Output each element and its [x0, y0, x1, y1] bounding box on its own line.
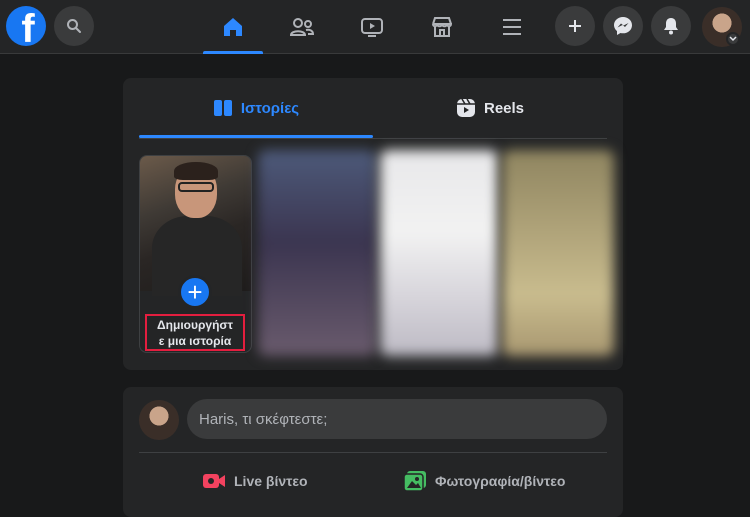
tab-watch[interactable] — [342, 0, 402, 54]
avatar[interactable] — [139, 400, 179, 440]
video-icon — [361, 18, 383, 37]
tab-marketplace[interactable] — [412, 0, 472, 54]
tab-home[interactable] — [203, 0, 263, 54]
story-card-blurred[interactable] — [380, 150, 498, 356]
photo-icon — [403, 471, 426, 492]
notifications-button[interactable] — [651, 6, 691, 46]
bell-icon — [664, 18, 678, 35]
tab-friends[interactable] — [272, 0, 332, 54]
story-card-blurred[interactable] — [502, 150, 614, 356]
store-icon — [432, 17, 453, 37]
tab-menu[interactable] — [482, 0, 542, 54]
add-story-plus-icon[interactable]: + — [178, 275, 212, 309]
live-video-button[interactable]: Live βίντεο — [202, 466, 308, 496]
book-icon — [213, 100, 232, 116]
tab-stories[interactable]: Ιστορίες — [139, 78, 373, 138]
top-navigation-bar: f — [0, 0, 750, 54]
chevron-down-icon[interactable] — [726, 32, 740, 46]
messenger-button[interactable] — [603, 6, 643, 46]
divider — [139, 138, 607, 139]
search-button[interactable] — [54, 6, 94, 46]
whats-on-your-mind-input[interactable]: Haris, τι σκέφτεστε; — [187, 399, 607, 439]
home-icon — [224, 18, 242, 36]
friends-icon — [289, 18, 315, 36]
story-profile-photo — [140, 156, 251, 296]
create-story-label[interactable]: Δημιουργήστ ε μια ιστορία — [145, 314, 245, 351]
reels-icon — [456, 98, 475, 117]
tab-reels[interactable]: Reels — [373, 78, 607, 138]
live-video-icon — [203, 474, 225, 488]
story-card-blurred[interactable] — [258, 150, 376, 356]
plus-icon — [569, 20, 581, 32]
facebook-logo[interactable]: f — [6, 6, 46, 46]
divider — [139, 452, 607, 453]
menu-icon — [503, 19, 521, 35]
search-icon — [67, 19, 81, 33]
photo-video-button[interactable]: Φωτογραφία/βίντεο — [403, 466, 565, 496]
create-button[interactable] — [555, 6, 595, 46]
messenger-icon — [614, 17, 632, 35]
